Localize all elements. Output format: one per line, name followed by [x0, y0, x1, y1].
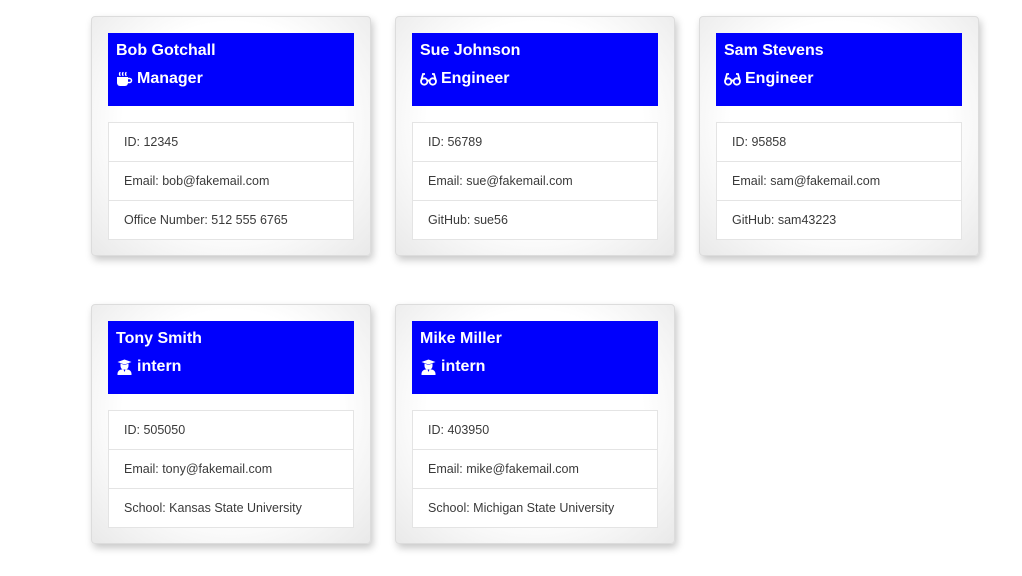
employee-card: Mike Miller intern ID: 403950 Email: mik…: [395, 304, 675, 544]
role-label: intern: [137, 358, 182, 375]
card-header: Mike Miller intern: [412, 321, 658, 394]
graduate-icon: [116, 359, 133, 375]
github-item: GitHub: sam43223: [732, 213, 837, 227]
employee-role: intern: [420, 357, 650, 377]
email-item: Email: tony@fakemail.com: [109, 450, 353, 489]
school-item: School: Kansas State University: [124, 501, 302, 515]
employee-card: Bob Gotchall Manager ID: 12345 Email: bo…: [91, 16, 371, 256]
info-list: ID: 505050 Email: tony@fakemail.com Scho…: [108, 410, 354, 528]
office-number-item: Office Number: 512 555 6765: [124, 213, 288, 227]
graduate-icon: [420, 359, 437, 375]
employee-role: intern: [116, 357, 346, 377]
glasses-icon: [724, 71, 741, 87]
id-item: ID: 12345: [109, 123, 353, 162]
employee-role: Engineer: [420, 69, 650, 89]
role-label: Engineer: [745, 70, 814, 87]
employee-name: Mike Miller: [420, 330, 502, 347]
email-item: Email: mike@fakemail.com: [413, 450, 657, 489]
email-item: Email: sam@fakemail.com: [717, 162, 961, 201]
email-item: Email: bob@fakemail.com: [109, 162, 353, 201]
card-header: Sam Stevens Engineer: [716, 33, 962, 106]
info-list: ID: 403950 Email: mike@fakemail.com Scho…: [412, 410, 658, 528]
employee-name: Sam Stevens: [724, 42, 824, 59]
id-item: ID: 95858: [717, 123, 961, 162]
employee-card: Sue Johnson Engineer ID: 56789 Email: su…: [395, 16, 675, 256]
employee-card: Tony Smith intern ID: 505050 Email: tony…: [91, 304, 371, 544]
id-item: ID: 505050: [109, 411, 353, 450]
employee-name: Tony Smith: [116, 330, 202, 347]
info-list: ID: 56789 Email: sue@fakemail.com GitHub…: [412, 122, 658, 240]
github-item: GitHub: sue56: [428, 213, 508, 227]
id-item: ID: 403950: [413, 411, 657, 450]
employee-name: Sue Johnson: [420, 42, 521, 59]
id-item: ID: 56789: [413, 123, 657, 162]
coffee-mug-icon: [116, 71, 133, 87]
info-list: ID: 95858 Email: sam@fakemail.com GitHub…: [716, 122, 962, 240]
role-label: intern: [441, 358, 486, 375]
card-header: Bob Gotchall Manager: [108, 33, 354, 106]
glasses-icon: [420, 71, 437, 87]
role-label: Engineer: [441, 70, 510, 87]
info-list: ID: 12345 Email: bob@fakemail.com Office…: [108, 122, 354, 240]
card-header: Tony Smith intern: [108, 321, 354, 394]
email-item: Email: sue@fakemail.com: [413, 162, 657, 201]
role-label: Manager: [137, 70, 203, 87]
employee-name: Bob Gotchall: [116, 42, 216, 59]
school-item: School: Michigan State University: [428, 501, 615, 515]
card-header: Sue Johnson Engineer: [412, 33, 658, 106]
employee-card: Sam Stevens Engineer ID: 95858 Email: sa…: [699, 16, 979, 256]
employee-role: Manager: [116, 69, 346, 89]
employee-role: Engineer: [724, 69, 954, 89]
